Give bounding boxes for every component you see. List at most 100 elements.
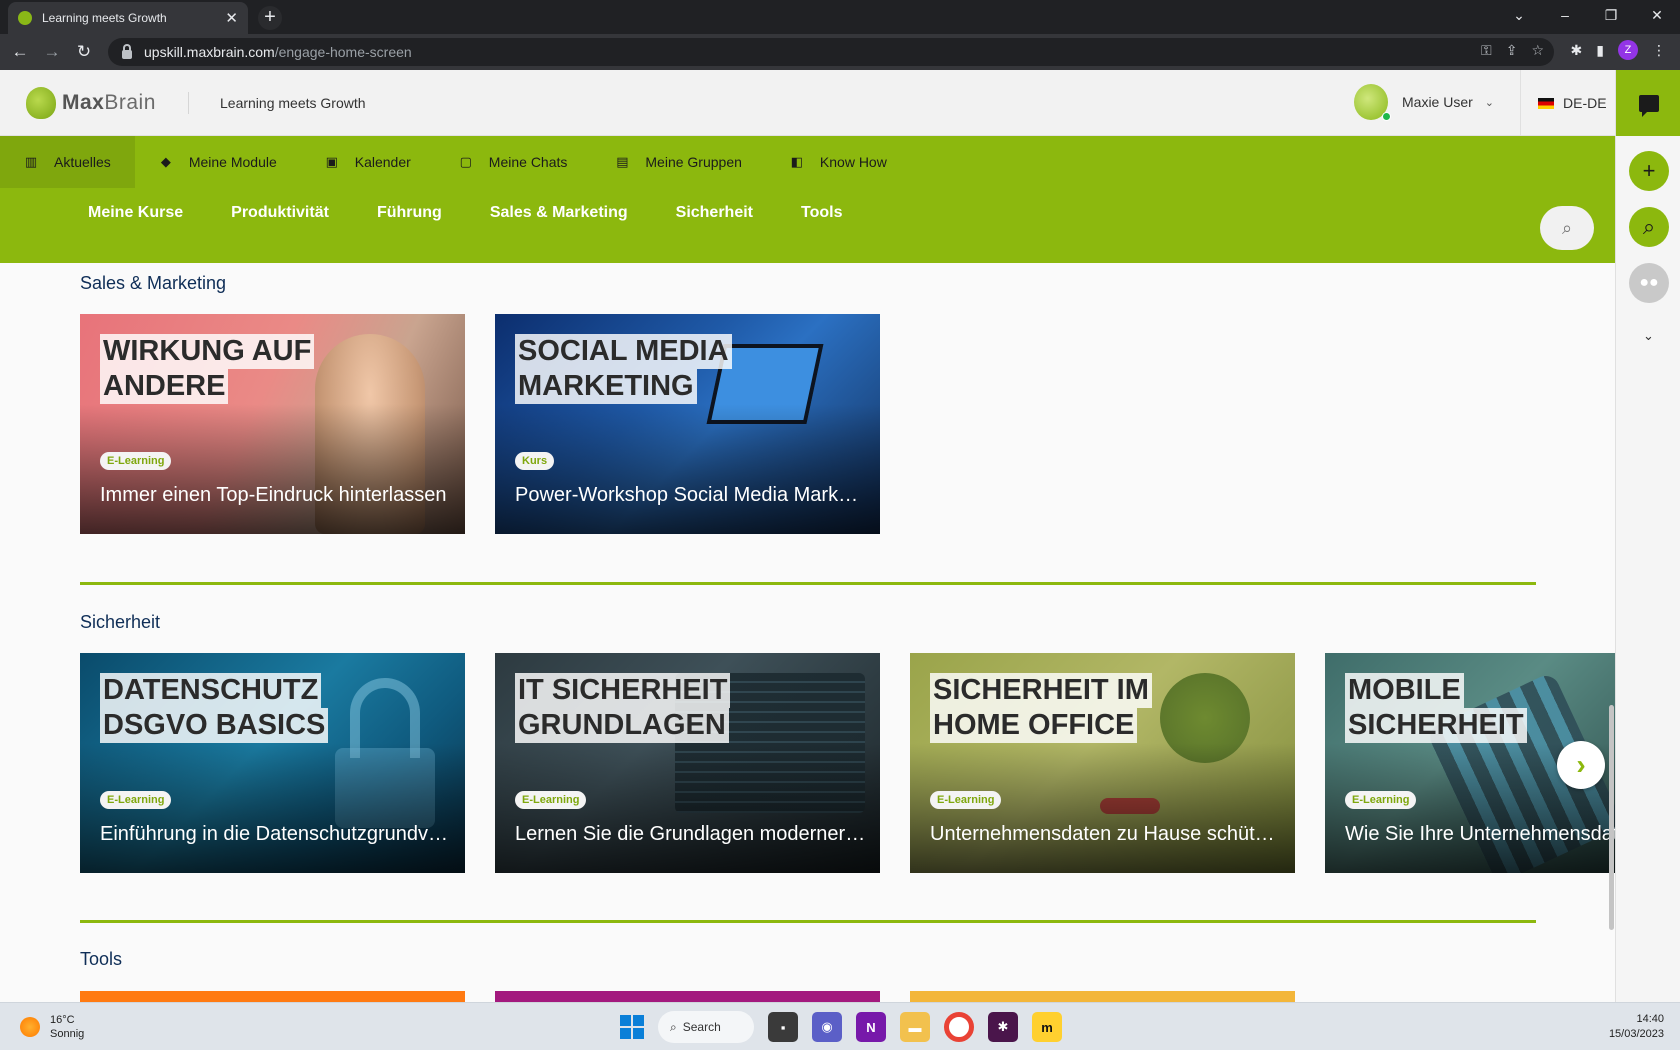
nav-item-know-how[interactable]: ◧ Know How [766,136,911,188]
course-card[interactable]: WIRKUNG AUF ANDERE E-Learning Immer eine… [80,314,465,534]
course-card[interactable] [910,991,1295,1002]
brain-logo-icon [26,87,56,119]
carousel-next-button[interactable]: › [1557,741,1605,789]
course-card[interactable]: DATENSCHUTZ DSGVO BASICS E-Learning Einf… [80,653,465,873]
close-tab-icon[interactable]: ✕ [225,9,238,27]
card-headline: SOCIAL MEDIA MARKETING [515,334,732,404]
card-subtitle: Power-Workshop Social Media Marketing [515,484,867,506]
groups-button[interactable]: ●● [1629,263,1669,303]
section-title-sales: Sales & Marketing [80,273,227,293]
card-headline: MOBILE SICHERHEIT [1345,673,1527,743]
category-sales-marketing[interactable]: Sales & Marketing [466,200,652,226]
course-card[interactable] [495,991,880,1002]
chevron-down-icon[interactable]: ⌄ [1616,328,1680,344]
right-rail: + ⌕ ●● ⌄ [1615,70,1680,1002]
browser-tabstrip: Learning meets Growth ✕ + ⌄ – ❐ ✕ [0,0,1680,34]
category-tools[interactable]: Tools [777,200,866,226]
type-badge: Kurs [515,452,555,470]
nav-item-aktuelles[interactable]: ▥ Aktuelles [0,136,135,188]
clock-time: 14:40 [1636,1013,1664,1025]
online-status-icon [1382,112,1391,121]
section-title-sicherheit: Sicherheit [80,612,161,632]
section-title-tools: Tools [80,949,123,969]
add-button[interactable]: + [1629,151,1669,191]
language-selector[interactable]: DE-DE [1538,95,1607,111]
type-badge: E-Learning [515,791,587,809]
people-icon: ●● [1639,274,1659,291]
chevron-down-icon[interactable]: ⌄ [1485,96,1494,109]
category-meine-kurse[interactable]: Meine Kurse [64,200,207,226]
page-scrollbar[interactable] [1609,705,1614,930]
course-card[interactable]: SOCIAL MEDIA MARKETING Kurs Power-Worksh… [495,314,880,534]
nav-item-meine-chats[interactable]: ▢ Meine Chats [435,136,592,188]
omnibox-actions: ⚿ ⇪ ☆ [1481,42,1544,59]
category-sicherheit[interactable]: Sicherheit [652,200,777,226]
reload-icon[interactable]: ↻ [72,40,96,64]
profile-avatar[interactable]: Z [1618,40,1638,60]
side-panel-icon[interactable]: ▮ [1596,42,1604,59]
back-icon[interactable]: ← [8,40,32,64]
chat-button[interactable] [1616,70,1680,136]
lock-icon[interactable] [122,43,132,59]
close-window-icon[interactable]: ✕ [1634,0,1680,30]
rail-search-button[interactable]: ⌕ [1629,207,1669,247]
app-header: MaxBrain Learning meets Growth Maxie Use… [0,70,1615,136]
miro-icon[interactable]: m [1032,1012,1062,1042]
url-path: /engage-home-screen [274,44,412,60]
nav-item-kalender[interactable]: ▣ Kalender [301,136,435,188]
favicon-icon [18,11,32,25]
user-name: Maxie User [1402,94,1473,110]
windows-start-icon[interactable] [620,1015,644,1039]
category-produktivitaet[interactable]: Produktivität [207,200,353,226]
category-fuehrung[interactable]: Führung [353,200,466,226]
course-card[interactable]: IT SICHERHEIT GRUNDLAGEN E-Learning Lern… [495,653,880,873]
clock-date: 15/03/2023 [1608,1028,1664,1040]
nav-item-meine-gruppen[interactable]: ▤ Meine Gruppen [591,136,766,188]
task-view-icon[interactable]: ▪ [768,1012,798,1042]
minimize-icon[interactable]: – [1542,0,1588,30]
chevron-right-icon: › [1576,749,1586,780]
key-icon[interactable]: ⚿ [1481,42,1492,59]
system-clock[interactable]: 14:40 15/03/2023 [1609,1012,1664,1042]
browser-tab[interactable]: Learning meets Growth ✕ [8,2,248,34]
slack-icon[interactable]: ✱ [988,1012,1018,1042]
maxbrain-logo[interactable]: MaxBrain [26,87,156,119]
chrome-icon[interactable] [944,1012,974,1042]
tab-search-icon[interactable]: ⌄ [1496,0,1542,30]
primary-nav: ▥ Aktuelles ◆ Meine Module ▣ Kalender ▢ … [0,136,911,188]
main-navigation: ▥ Aktuelles ◆ Meine Module ▣ Kalender ▢ … [0,136,1615,263]
group-folder-icon: ▤ [616,154,629,169]
forward-icon[interactable]: → [40,40,64,64]
share-icon[interactable]: ⇪ [1506,42,1518,59]
restore-icon[interactable]: ❐ [1588,0,1634,30]
card-subtitle: Einführung in die Datenschutzgrundverord… [100,823,452,845]
onenote-icon[interactable]: N [856,1012,886,1042]
browser-toolbar: ← → ↻ upskill.maxbrain.com/engage-home-s… [0,34,1680,70]
teams-icon[interactable]: ◉ [812,1012,842,1042]
card-subtitle: Lernen Sie die Grundlagen moderner IT-Si… [515,823,867,845]
taskbar-search[interactable]: ⌕ Search [658,1011,754,1043]
user-avatar[interactable] [1354,84,1391,121]
type-badge: E-Learning [100,791,172,809]
new-tab-button[interactable]: + [258,6,282,30]
calendar-icon: ▣ [325,154,338,169]
nav-item-meine-module[interactable]: ◆ Meine Module [135,136,301,188]
search-button[interactable]: ⌕ [1540,206,1594,250]
menu-kebab-icon[interactable]: ⋮ [1652,42,1666,59]
graduation-cap-icon: ◆ [160,154,171,169]
course-card[interactable] [80,991,465,1002]
taskbar-apps: ⌕ Search ▪ ◉ N ▬ ✱ m [620,1011,1062,1043]
german-flag-icon [1538,97,1554,109]
type-badge: E-Learning [100,452,172,470]
star-icon[interactable]: ☆ [1531,42,1544,59]
search-icon: ⌕ [1561,217,1573,238]
address-bar[interactable]: upskill.maxbrain.com/engage-home-screen … [108,38,1554,66]
card-subtitle: Unternehmensdaten zu Hause schützen [930,823,1282,845]
url-host: upskill.maxbrain.com [144,44,275,60]
course-card[interactable]: SICHERHEIT IM HOME OFFICE E-Learning Unt… [910,653,1295,873]
puzzle-icon[interactable]: ✱ [1571,42,1583,59]
file-explorer-icon[interactable]: ▬ [900,1012,930,1042]
plus-icon: + [1642,158,1656,183]
user-menu[interactable]: Maxie User ⌄ [1354,84,1494,121]
weather-widget[interactable]: 16°C Sonnig [20,1013,84,1041]
